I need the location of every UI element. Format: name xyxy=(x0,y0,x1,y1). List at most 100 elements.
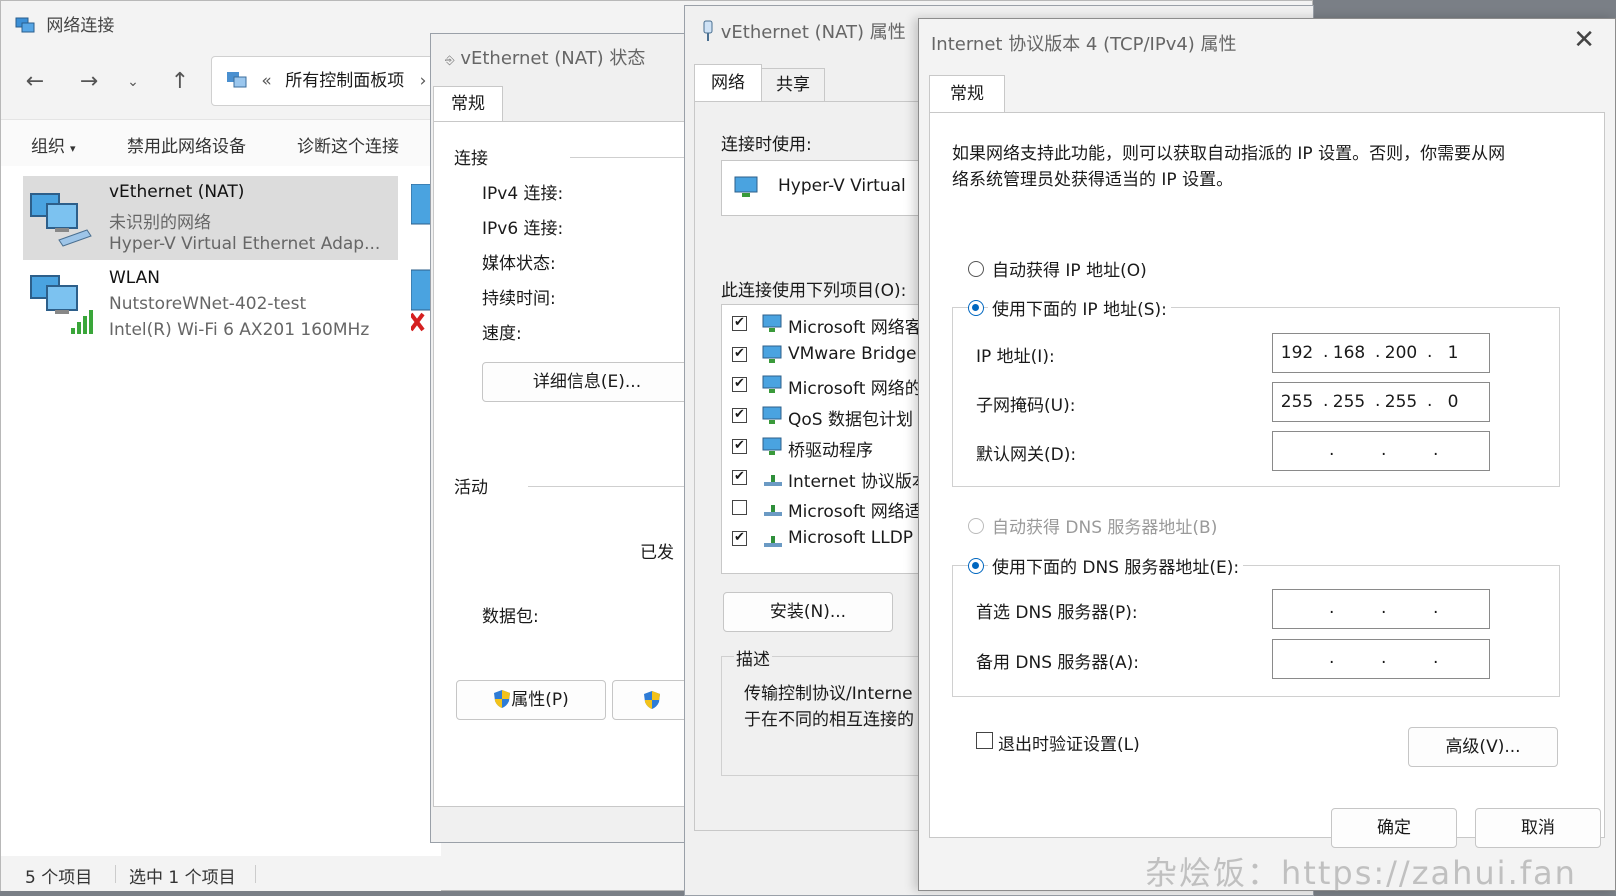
connection-status: 未识别的网络 xyxy=(109,213,211,233)
gateway-input[interactable]: ... xyxy=(1272,431,1490,471)
activity-section-label: 活动 xyxy=(454,478,488,498)
adapter-small-icon: ⎆ xyxy=(445,53,455,67)
tab-networking[interactable]: 网络 xyxy=(694,64,762,102)
auto-ip-radio[interactable] xyxy=(968,261,984,277)
address-text[interactable]: 所有控制面板项 xyxy=(285,71,404,91)
uac-shield-icon xyxy=(644,691,660,709)
ipv4-connectivity-label: IPv4 连接: xyxy=(482,184,564,204)
intro-text-line1: 如果网络支持此功能，则可以获取自动指派的 IP 设置。否则，你需要从网 xyxy=(952,144,1506,164)
uac-shield-icon xyxy=(494,690,511,708)
component-checkbox[interactable]: ✔ xyxy=(732,346,747,362)
preferred-dns-input[interactable]: ... xyxy=(1272,589,1490,629)
component-item[interactable]: ✔ Microsoft LLDP xyxy=(732,524,932,554)
ok-button[interactable]: 确定 xyxy=(1331,808,1457,848)
component-checkbox[interactable]: ✔ xyxy=(732,530,747,546)
adapter-monitor-icon xyxy=(734,176,758,197)
manual-dns-radio[interactable] xyxy=(968,558,984,574)
disable-button-partial[interactable] xyxy=(612,680,692,720)
diagnose-button[interactable]: 诊断这个连接 xyxy=(297,132,399,157)
cancel-button[interactable]: 取消 xyxy=(1475,808,1601,848)
control-panel-icon xyxy=(227,72,247,88)
media-state-label: 媒体状态: xyxy=(482,254,556,274)
validate-on-exit-checkbox[interactable] xyxy=(976,732,993,749)
forward-arrow-icon[interactable]: → xyxy=(74,67,104,97)
manual-ip-label[interactable]: 使用下面的 IP 地址(S): xyxy=(988,295,1171,320)
ethernet-adapter-icon xyxy=(30,193,92,247)
properties-button[interactable]: 属性(P) xyxy=(456,680,606,720)
preferred-dns-label: 首选 DNS 服务器(P): xyxy=(976,603,1138,623)
component-label: QoS 数据包计划 xyxy=(788,410,913,431)
component-item[interactable]: ✔ Microsoft 网络客 xyxy=(732,309,932,339)
component-label: Microsoft 网络适 xyxy=(788,502,922,523)
alternate-dns-input[interactable]: ... xyxy=(1272,639,1490,679)
component-item[interactable]: ✔ Internet 协议版本 xyxy=(732,463,932,493)
selected-count: 选中 1 个项目 xyxy=(129,868,236,888)
address-separator: « xyxy=(261,71,272,91)
alternate-dns-label: 备用 DNS 服务器(A): xyxy=(976,653,1140,673)
command-bar: 组织 ▾ 禁用此网络设备 诊断这个连接 xyxy=(1,119,441,167)
address-bar[interactable]: « 所有控制面板项 › xyxy=(211,56,441,106)
disable-device-button[interactable]: 禁用此网络设备 xyxy=(127,132,246,157)
component-checkbox[interactable] xyxy=(732,500,747,516)
auto-dns-radio xyxy=(968,518,984,534)
auto-ip-label[interactable]: 自动获得 IP 地址(O) xyxy=(992,256,1147,281)
packets-label: 数据包: xyxy=(482,607,539,627)
component-label: Microsoft 网络的 xyxy=(788,379,922,400)
intro-text-line2: 络系统管理员处获得适当的 IP 设置。 xyxy=(952,170,1234,190)
up-arrow-icon[interactable]: ↑ xyxy=(165,67,195,97)
component-label: Microsoft 网络客 xyxy=(788,318,922,338)
component-item[interactable]: ✔ QoS 数据包计划 xyxy=(732,401,932,431)
manual-dns-label[interactable]: 使用下面的 DNS 服务器地址(E): xyxy=(988,553,1244,578)
address-chevron-icon[interactable]: › xyxy=(420,71,427,91)
component-label: VMware Bridge xyxy=(788,343,917,364)
subnet-mask-input[interactable]: 255. 255. 255. 0 xyxy=(1272,382,1490,422)
watermark-text: 杂烩饭：https://zahui.fan xyxy=(1145,854,1577,892)
component-checkbox[interactable]: ✔ xyxy=(732,408,747,424)
auto-dns-label: 自动获得 DNS 服务器地址(B) xyxy=(992,518,1218,538)
ip-address-input[interactable]: 192. 168. 200. 1 xyxy=(1272,333,1490,373)
tab-general[interactable]: 常规 xyxy=(929,75,1005,113)
advanced-button[interactable]: 高级(V)... xyxy=(1408,727,1558,767)
divider xyxy=(570,157,690,158)
details-button[interactable]: 详细信息(E)... xyxy=(482,362,692,402)
connection-name: WLAN xyxy=(109,268,161,288)
install-button[interactable]: 安装(N)... xyxy=(723,592,893,632)
list-item-wlan[interactable]: WLAN NutstoreWNet-402-test Intel(R) Wi-F… xyxy=(23,262,398,346)
tab-sharing[interactable]: 共享 xyxy=(761,68,825,102)
connection-device: Hyper-V Virtual Ethernet Adap... xyxy=(109,234,381,254)
description-text-line2: 于在不同的相互连接的 xyxy=(744,710,914,730)
network-folder-icon xyxy=(15,17,35,33)
dialog-title: vEthernet (NAT) 属性 xyxy=(701,18,906,44)
dialog-title: ⎆ vEthernet (NAT) 状态 xyxy=(445,48,646,69)
validate-on-exit-label[interactable]: 退出时验证设置(L) xyxy=(998,730,1140,755)
list-item-vethernet-nat[interactable]: vEthernet (NAT) 未识别的网络 Hyper-V Virtual E… xyxy=(23,176,398,260)
ipv4-properties-dialog: Internet 协议版本 4 (TCP/IPv4) 属性 ✕ 常规 如果网络支… xyxy=(918,18,1616,891)
component-checkbox[interactable]: ✔ xyxy=(732,377,747,393)
component-label: 桥驱动程序 xyxy=(788,440,873,461)
component-item[interactable]: ✔ Microsoft 网络的 xyxy=(732,370,932,400)
connection-section-label: 连接 xyxy=(454,149,488,169)
connect-using-label: 连接时使用: xyxy=(721,135,812,155)
description-label: 描述 xyxy=(734,645,772,670)
manual-ip-radio[interactable] xyxy=(968,300,984,316)
description-text-line1: 传输控制协议/Interne xyxy=(744,684,913,704)
ipv6-connectivity-label: IPv6 连接: xyxy=(482,219,564,239)
network-component-icon xyxy=(762,314,782,332)
back-arrow-icon[interactable]: ← xyxy=(20,67,50,97)
close-icon[interactable]: ✕ xyxy=(1573,25,1595,55)
component-item[interactable]: Microsoft 网络适 xyxy=(732,493,932,523)
general-panel: 如果网络支持此功能，则可以获取自动指派的 IP 设置。否则，你需要从网 络系统管… xyxy=(929,112,1605,838)
component-checkbox[interactable]: ✔ xyxy=(732,438,747,454)
recent-chevron-icon[interactable]: ⌄ xyxy=(118,67,148,97)
status-separator xyxy=(115,865,116,883)
item-count: 5 个项目 xyxy=(25,868,93,888)
items-label: 此连接使用下列项目(O): xyxy=(721,281,907,301)
component-item[interactable]: ✔ 桥驱动程序 xyxy=(732,432,932,462)
component-item[interactable]: ✔ VMware Bridge xyxy=(732,340,932,370)
network-component-icon xyxy=(762,406,782,425)
organize-button[interactable]: 组织 ▾ xyxy=(31,132,76,157)
tab-general[interactable]: 常规 xyxy=(433,86,503,122)
protocol-icon xyxy=(764,505,782,517)
component-checkbox[interactable]: ✔ xyxy=(732,469,747,485)
component-checkbox[interactable]: ✔ xyxy=(732,316,747,331)
